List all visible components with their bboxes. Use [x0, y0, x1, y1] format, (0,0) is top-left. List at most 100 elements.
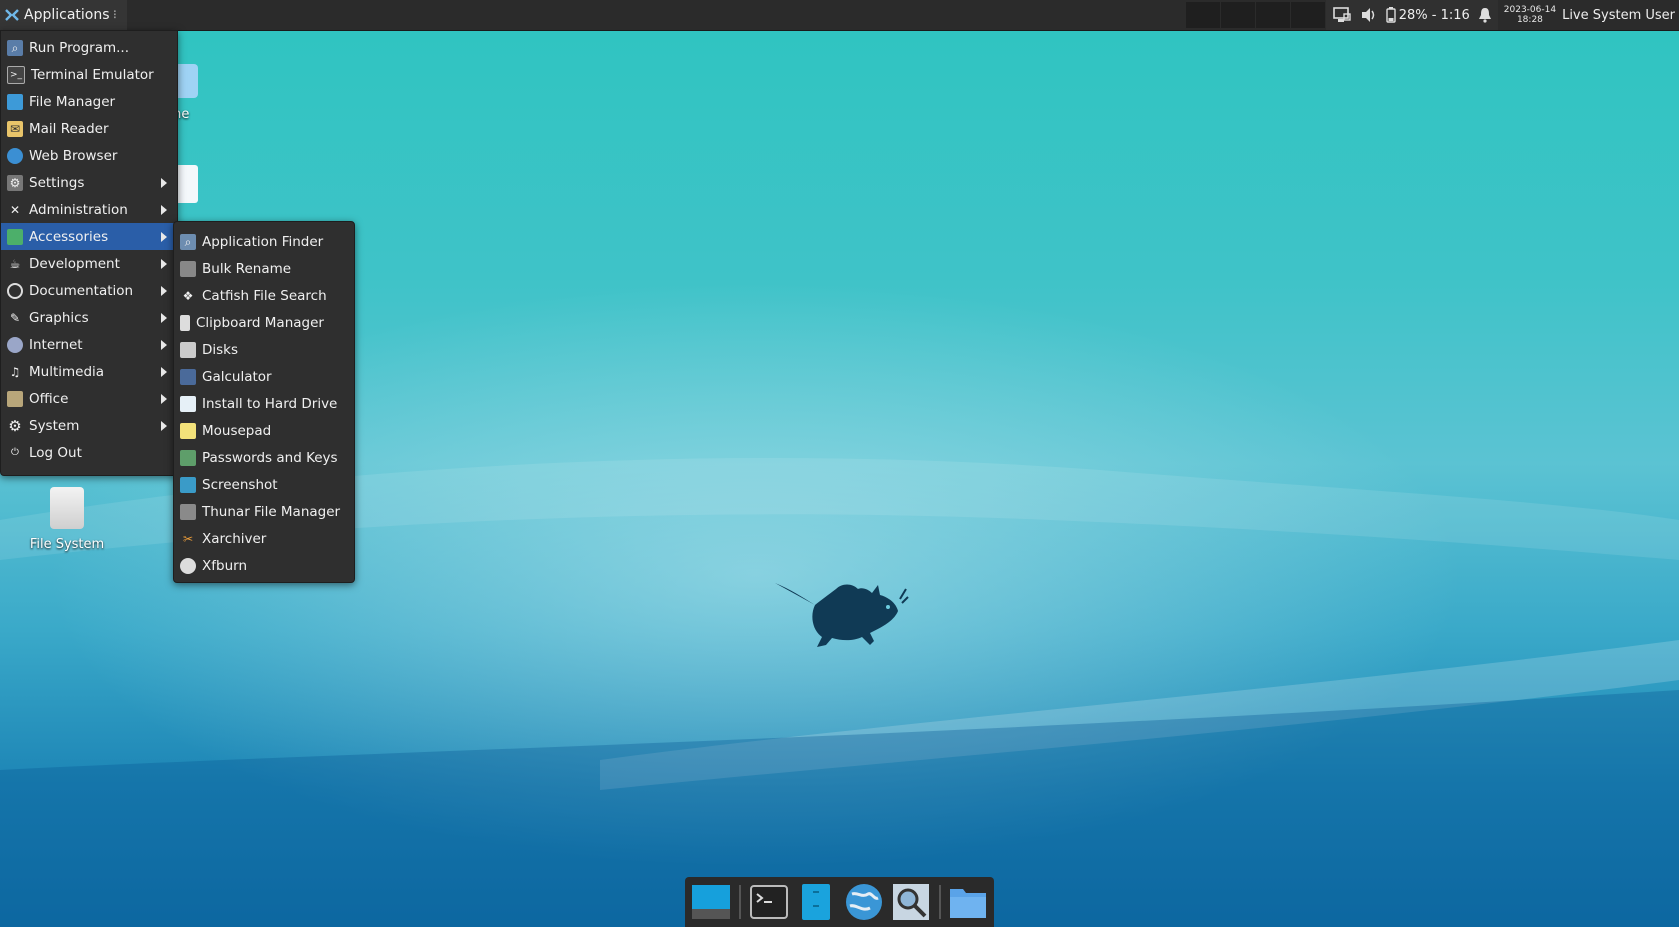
- menu-item-label: Web Browser: [29, 147, 118, 164]
- network-icon[interactable]: [1332, 6, 1352, 24]
- submenu-arrow-icon: [161, 367, 167, 377]
- menu-item-label: Xarchiver: [202, 530, 267, 547]
- menu-item-xfburn[interactable]: Xfburn: [174, 552, 354, 579]
- menu-item-label: Install to Hard Drive: [202, 395, 338, 412]
- menu-item-label: Catfish File Search: [202, 287, 327, 304]
- menu-item-label: Bulk Rename: [202, 260, 292, 277]
- dock-separator: [938, 885, 941, 919]
- dock-separator: [739, 885, 741, 919]
- clock-date: 2023-06-14: [1503, 5, 1557, 15]
- menu-item-install-hard-drive[interactable]: Install to Hard Drive: [174, 390, 354, 417]
- internet-icon: [7, 336, 23, 353]
- globe-icon: [7, 147, 23, 164]
- help-icon: [7, 282, 23, 299]
- settings-icon: ⚙: [7, 174, 23, 191]
- drive-icon: [50, 487, 84, 529]
- dock-show-desktop[interactable]: [691, 882, 731, 922]
- menu-item-system[interactable]: ⚙ System: [1, 412, 177, 439]
- menu-item-label: Documentation: [29, 282, 134, 299]
- workspace-2[interactable]: [1220, 2, 1255, 28]
- menu-item-mousepad[interactable]: Mousepad: [174, 417, 354, 444]
- volume-icon[interactable]: [1360, 7, 1378, 23]
- menu-item-log-out[interactable]: ⏻ Log Out: [1, 439, 177, 466]
- workspace-1[interactable]: [1185, 2, 1220, 28]
- menu-item-catfish[interactable]: ❖ Catfish File Search: [174, 282, 354, 309]
- submenu-arrow-icon: [161, 205, 167, 215]
- menu-item-label: Terminal Emulator: [31, 66, 154, 83]
- menu-item-internet[interactable]: Internet: [1, 331, 177, 358]
- menu-item-terminal[interactable]: >_ Terminal Emulator: [1, 61, 177, 88]
- calculator-icon: [180, 368, 196, 385]
- menu-item-settings[interactable]: ⚙ Settings: [1, 169, 177, 196]
- screenshot-icon: [180, 476, 196, 493]
- menu-item-bulk-rename[interactable]: Bulk Rename: [174, 255, 354, 282]
- dock-terminal[interactable]: [749, 882, 788, 922]
- battery-indicator[interactable]: 28% - 1:16: [1386, 7, 1470, 23]
- menu-item-passwords-keys[interactable]: Passwords and Keys: [174, 444, 354, 471]
- catfish-icon: ❖: [182, 288, 194, 303]
- menu-item-file-manager[interactable]: File Manager: [1, 88, 177, 115]
- disks-icon: [180, 341, 196, 358]
- menu-item-multimedia[interactable]: ♫ Multimedia: [1, 358, 177, 385]
- menu-item-web-browser[interactable]: Web Browser: [1, 142, 177, 169]
- menu-item-administration[interactable]: ✕ Administration: [1, 196, 177, 223]
- menu-item-application-finder[interactable]: ⌕ Application Finder: [174, 228, 354, 255]
- thunar-icon: [180, 503, 196, 520]
- menu-item-mail-reader[interactable]: ✉ Mail Reader: [1, 115, 177, 142]
- globe-icon: [845, 884, 882, 920]
- menu-item-disks[interactable]: Disks: [174, 336, 354, 363]
- menu-item-graphics[interactable]: ✎ Graphics: [1, 304, 177, 331]
- multimedia-icon: ♫: [9, 364, 21, 379]
- menu-item-development[interactable]: ☕ Development: [1, 250, 177, 277]
- run-program-icon: ⌕: [7, 39, 23, 56]
- menu-item-label: Administration: [29, 201, 128, 218]
- text-editor-icon: [180, 422, 196, 439]
- dock-file-manager[interactable]: [796, 882, 835, 922]
- search-icon: ⌕: [180, 233, 196, 250]
- menu-item-label: Screenshot: [202, 476, 278, 493]
- menu-item-label: Mail Reader: [29, 120, 109, 137]
- file-manager-icon: [7, 93, 23, 110]
- desktop-icon: [692, 885, 730, 919]
- submenu-arrow-icon: [161, 286, 167, 296]
- clock-time: 18:28: [1516, 15, 1543, 25]
- menu-item-thunar[interactable]: Thunar File Manager: [174, 498, 354, 525]
- dock-web-browser[interactable]: [844, 882, 884, 922]
- menu-item-accessories[interactable]: Accessories: [1, 223, 177, 250]
- terminal-icon: [749, 885, 788, 919]
- clock[interactable]: 2023-06-14 18:28: [1504, 5, 1556, 25]
- search-icon: [893, 884, 930, 920]
- clipboard-icon: [180, 314, 190, 331]
- submenu-arrow-icon: [161, 178, 167, 188]
- workspace-3[interactable]: [1255, 2, 1290, 28]
- menu-item-label: System: [29, 417, 80, 434]
- menu-item-xarchiver[interactable]: ✂ Xarchiver: [174, 525, 354, 552]
- system-tray: 28% - 1:16: [1325, 0, 1498, 30]
- filesystem-desktop-icon[interactable]: File System: [14, 487, 120, 552]
- menu-item-documentation[interactable]: Documentation: [1, 277, 177, 304]
- menu-item-label: Disks: [202, 341, 239, 358]
- menu-item-run-program[interactable]: ⌕ Run Program...: [1, 34, 177, 61]
- menu-item-screenshot[interactable]: Screenshot: [174, 471, 354, 498]
- panel-handle-icon: ⠇: [112, 8, 121, 22]
- workspace-4[interactable]: [1290, 2, 1325, 28]
- mail-icon: ✉: [7, 120, 23, 137]
- menu-item-office[interactable]: Office: [1, 385, 177, 412]
- applications-label: Applications: [24, 7, 110, 23]
- terminal-icon: >_: [7, 65, 25, 84]
- bell-icon[interactable]: [1478, 7, 1492, 23]
- user-menu[interactable]: Live System User: [1562, 8, 1679, 23]
- menu-item-label: Passwords and Keys: [202, 449, 338, 466]
- applications-menu-button[interactable]: Applications ⠇: [0, 0, 127, 30]
- menu-item-clipboard-manager[interactable]: Clipboard Manager: [174, 309, 354, 336]
- folder-icon: [950, 889, 987, 918]
- menu-item-label: Galculator: [202, 368, 272, 385]
- menu-item-label: Thunar File Manager: [202, 503, 341, 520]
- dock-home-folder[interactable]: [949, 882, 988, 922]
- menu-item-label: Mousepad: [202, 422, 272, 439]
- tools-icon: ✕: [9, 202, 21, 217]
- menu-item-galculator[interactable]: Galculator: [174, 363, 354, 390]
- graphics-icon: ✎: [9, 310, 21, 325]
- submenu-arrow-icon: [161, 340, 167, 350]
- dock-app-finder[interactable]: [892, 882, 931, 922]
